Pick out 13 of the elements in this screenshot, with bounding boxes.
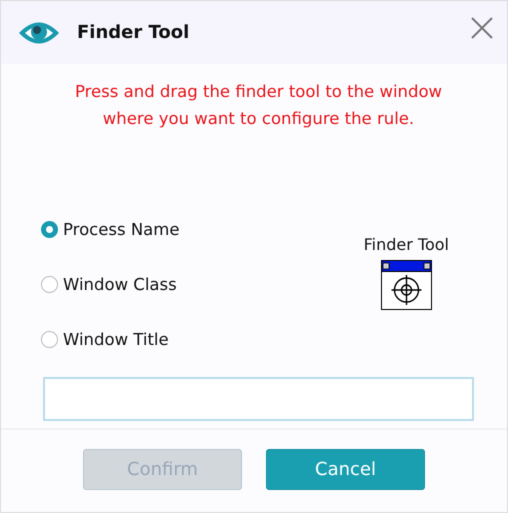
input-field[interactable] xyxy=(43,377,474,421)
window-title: Finder Tool xyxy=(77,22,190,43)
radio-option[interactable]: Process Name xyxy=(41,218,364,241)
crosshair-window-icon[interactable] xyxy=(380,260,432,310)
close-icon xyxy=(471,16,493,38)
radio-button[interactable] xyxy=(41,276,58,293)
radio-option[interactable]: Window Class xyxy=(41,273,364,296)
instruction-text: Press and drag the finder tool to the window where you want to configure the rule. xyxy=(74,81,444,130)
close-button[interactable] xyxy=(471,16,493,38)
radio-option[interactable]: Window Title xyxy=(41,328,364,351)
finder-label: Finder Tool xyxy=(364,235,449,254)
radio-button[interactable] xyxy=(41,331,58,348)
radio-button[interactable] xyxy=(41,221,58,238)
